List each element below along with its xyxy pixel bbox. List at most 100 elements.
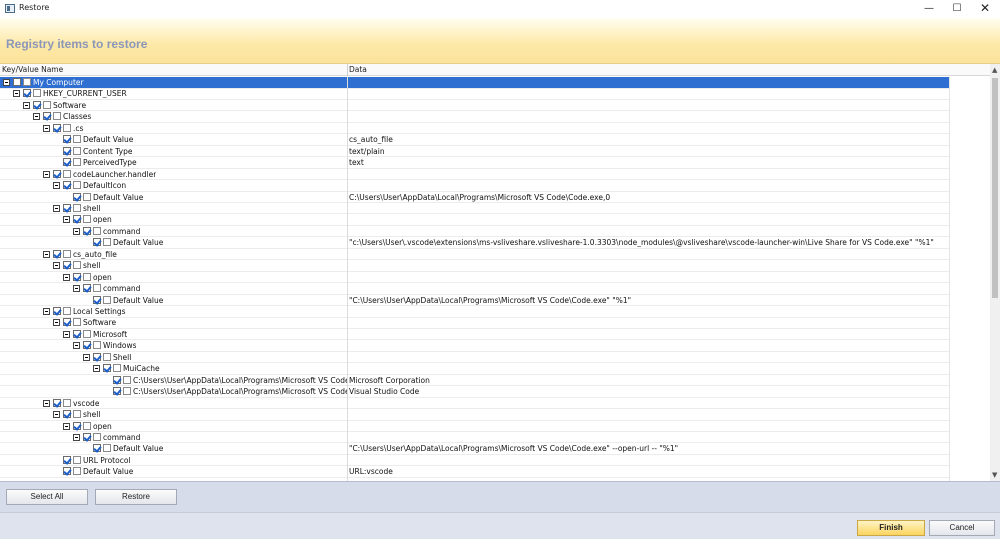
collapse-toggle-icon[interactable] — [43, 170, 50, 178]
restore-checkbox[interactable] — [63, 261, 71, 270]
collapse-toggle-icon[interactable] — [63, 422, 70, 430]
restore-checkbox[interactable] — [93, 352, 101, 361]
collapse-toggle-icon[interactable] — [63, 330, 70, 338]
tree-row-key-cell[interactable]: Default Value — [0, 466, 347, 477]
collapse-toggle-icon[interactable] — [83, 353, 90, 361]
collapse-toggle-icon[interactable] — [73, 342, 80, 350]
restore-checkbox[interactable] — [93, 444, 101, 453]
column-key-header[interactable]: Key/Value Name — [2, 65, 63, 74]
collapse-toggle-icon[interactable] — [3, 79, 10, 86]
tree-row[interactable]: Shell — [0, 352, 950, 364]
tree-row-key-cell[interactable]: command — [0, 432, 347, 443]
restore-checkbox[interactable] — [53, 123, 61, 132]
collapse-toggle-icon[interactable] — [63, 273, 70, 281]
tree-row-key-cell[interactable]: PerceivedType — [0, 157, 347, 168]
tree-row[interactable]: .cs — [0, 123, 950, 135]
scroll-down-icon[interactable]: ▼ — [992, 471, 997, 479]
collapse-toggle-icon[interactable] — [23, 101, 30, 109]
collapse-toggle-icon[interactable] — [63, 216, 70, 224]
restore-checkbox[interactable] — [63, 181, 71, 190]
collapse-toggle-icon[interactable] — [43, 399, 50, 407]
collapse-toggle-icon[interactable] — [43, 308, 50, 315]
tree-row-key-cell[interactable]: command — [0, 226, 347, 237]
tree-row-key-cell[interactable]: Default Value — [0, 443, 347, 454]
tree-row[interactable]: Content Type text/plain — [0, 146, 950, 158]
tree-row-key-cell[interactable]: Software — [0, 317, 347, 328]
collapse-toggle-icon[interactable] — [73, 285, 80, 293]
tree-row[interactable]: Software — [0, 100, 950, 112]
restore-checkbox[interactable] — [93, 238, 101, 247]
collapse-toggle-icon[interactable] — [43, 124, 50, 132]
tree-row[interactable]: Default Value "C:\Users\User\AppData\Loca… — [0, 295, 950, 307]
restore-checkbox[interactable] — [23, 89, 31, 98]
tree-row[interactable]: open — [0, 214, 950, 226]
tree-row-key-cell[interactable]: shell — [0, 409, 347, 420]
tree-row-key-cell[interactable]: My Computer — [0, 77, 347, 88]
tree-row-key-cell[interactable]: shell — [0, 260, 347, 271]
restore-checkbox[interactable] — [73, 421, 81, 430]
tree-row[interactable]: C:\Users\User\AppData\Local\Programs\Mic… — [0, 386, 950, 398]
restore-checkbox[interactable] — [103, 364, 111, 373]
tree-row[interactable]: PerceivedType text — [0, 157, 950, 169]
tree-row[interactable]: shell — [0, 203, 950, 215]
tree-row[interactable]: command — [0, 283, 950, 295]
tree-row-key-cell[interactable]: cs_auto_file — [0, 249, 347, 260]
restore-checkbox[interactable] — [83, 226, 91, 235]
tree-row-key-cell[interactable]: Default Value — [0, 134, 347, 145]
tree-row-key-cell[interactable]: open — [0, 272, 347, 283]
registry-tree[interactable]: My Computer HKEY_CURRENT_USER Software Clas… — [0, 77, 990, 481]
collapse-toggle-icon[interactable] — [73, 227, 80, 235]
tree-row-key-cell[interactable]: C:\Users\User\AppData\Local\Programs\Mic… — [0, 386, 347, 397]
tree-row[interactable]: Windows — [0, 340, 950, 352]
tree-row[interactable]: URL Protocol — [0, 455, 950, 467]
tree-row[interactable]: Local Settings — [0, 306, 950, 318]
tree-row[interactable]: open — [0, 272, 950, 284]
restore-checkbox[interactable] — [63, 467, 71, 476]
collapse-toggle-icon[interactable] — [53, 182, 60, 190]
restore-checkbox[interactable] — [33, 100, 41, 109]
tree-row-key-cell[interactable]: DefaultIcon — [0, 180, 347, 191]
collapse-toggle-icon[interactable] — [73, 433, 80, 441]
scroll-up-icon[interactable]: ▲ — [992, 66, 997, 74]
collapse-toggle-icon[interactable] — [53, 411, 60, 419]
restore-checkbox[interactable] — [63, 158, 71, 167]
close-button[interactable]: ✕ — [970, 1, 1000, 17]
restore-checkbox[interactable] — [73, 272, 81, 281]
collapse-toggle-icon[interactable] — [53, 262, 60, 270]
tree-row-key-cell[interactable]: open — [0, 214, 347, 225]
tree-row[interactable]: Default Value "C:\Users\User\AppData\Loca… — [0, 443, 950, 455]
tree-row-key-cell[interactable]: URL Protocol — [0, 455, 347, 466]
collapse-toggle-icon[interactable] — [93, 365, 100, 373]
tree-row-key-cell[interactable]: Default Value — [0, 295, 347, 306]
collapse-toggle-icon[interactable] — [53, 319, 60, 327]
tree-row[interactable]: My Computer — [0, 77, 950, 89]
restore-checkbox[interactable] — [83, 284, 91, 293]
tree-row-key-cell[interactable]: Windows — [0, 340, 347, 351]
restore-checkbox[interactable] — [13, 78, 21, 86]
tree-row[interactable]: open — [0, 421, 950, 432]
restore-checkbox[interactable] — [53, 169, 61, 178]
restore-checkbox[interactable] — [83, 432, 91, 441]
collapse-toggle-icon[interactable] — [53, 204, 60, 212]
restore-checkbox[interactable] — [43, 112, 51, 121]
scroll-thumb[interactable] — [992, 78, 998, 298]
restore-checkbox[interactable] — [63, 455, 71, 464]
maximize-button[interactable]: ☐ — [942, 1, 972, 17]
tree-row-key-cell[interactable]: HKEY_CURRENT_USER — [0, 88, 347, 99]
tree-row[interactable]: shell — [0, 409, 950, 421]
restore-checkbox[interactable] — [53, 307, 61, 315]
restore-checkbox[interactable] — [63, 135, 71, 144]
minimize-button[interactable]: — — [914, 1, 944, 17]
restore-checkbox[interactable] — [93, 295, 101, 304]
vertical-scrollbar[interactable]: ▲ ▼ — [990, 64, 1000, 481]
tree-row-key-cell[interactable]: .cs — [0, 123, 347, 134]
tree-row-key-cell[interactable]: shell — [0, 203, 347, 214]
restore-checkbox[interactable] — [73, 192, 81, 201]
column-data-header[interactable]: Data — [349, 65, 367, 74]
tree-row-key-cell[interactable]: Software — [0, 100, 347, 111]
restore-checkbox[interactable] — [53, 398, 61, 407]
column-divider[interactable] — [347, 64, 348, 76]
restore-checkbox[interactable] — [63, 203, 71, 212]
tree-row[interactable]: Default Value URL:vscode — [0, 466, 950, 478]
tree-row[interactable]: Default Value C:\Users\User\AppData\Local… — [0, 192, 950, 203]
